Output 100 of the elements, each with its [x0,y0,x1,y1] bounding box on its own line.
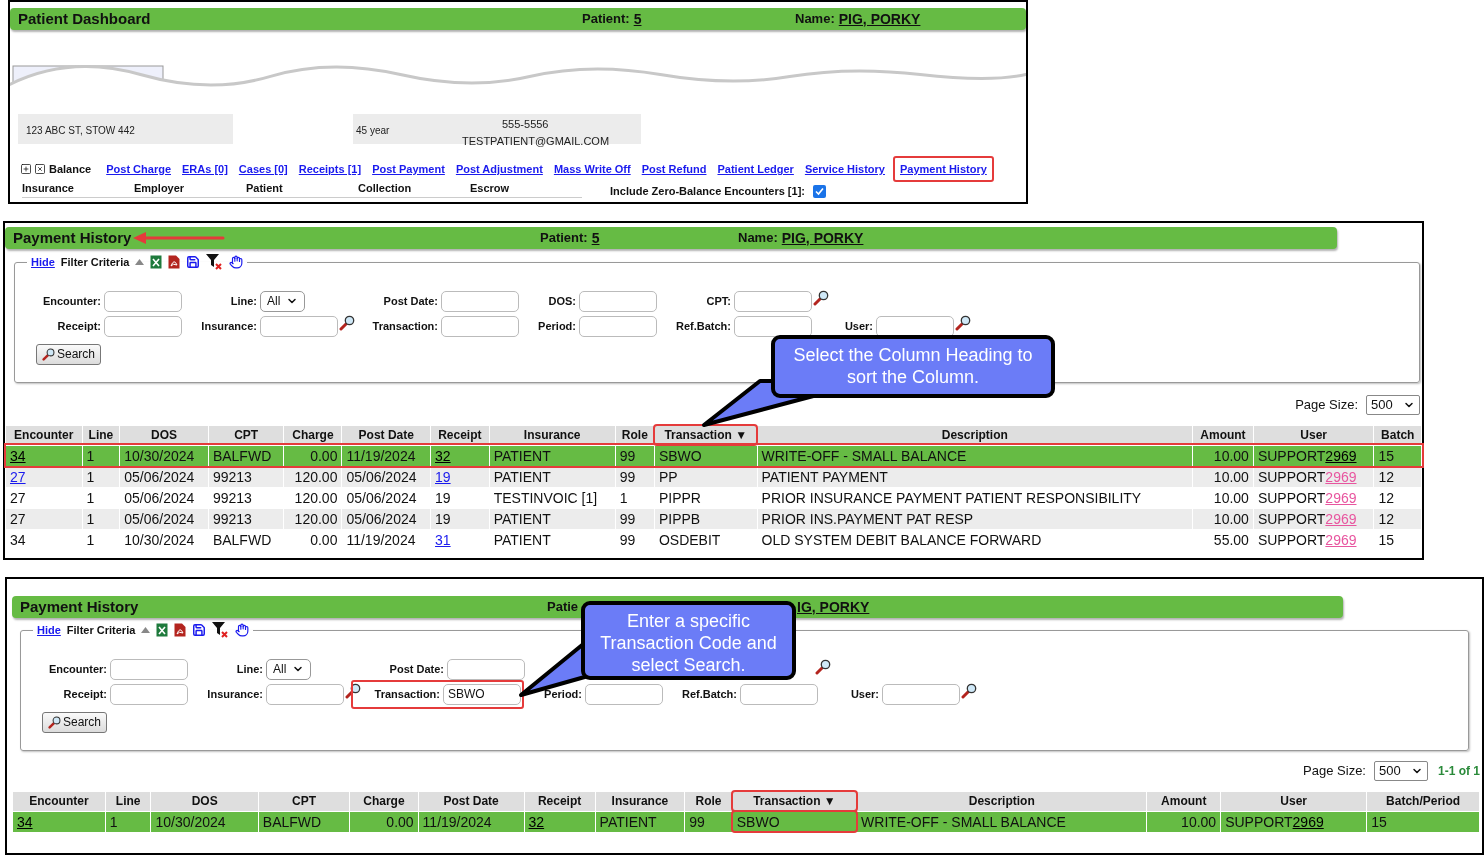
table-row[interactable]: 27 1 05/06/2024 99213 120.00 05/06/2024 19 PATIENT 99 PP PATIENT PAYMENT 10.00 SUPPORT2969 12 [5,466,1422,487]
column-header[interactable]: DOS [151,791,259,811]
column-header[interactable]: Line [105,791,151,811]
collapse-icon[interactable] [135,259,145,266]
table-link[interactable]: 34 [17,813,33,830]
table-row[interactable]: 34 1 10/30/2024 BALFWD 0.00 11/19/2024 32 PATIENT 99 SBWO WRITE-OFF - SMALL BALANCE 10.00 SUPPORT2969 15 [12,811,1480,832]
save-icon[interactable] [186,255,201,270]
input-field[interactable] [260,315,338,337]
input-field[interactable] [579,315,657,337]
lookup-icon[interactable] [813,290,829,306]
table-link[interactable]: 27 [10,468,26,485]
table-link[interactable]: 32 [435,447,451,464]
input-field[interactable] [441,315,519,337]
nav-link[interactable]: Receipts [1] [293,157,367,181]
hide-link[interactable]: Hide [37,622,61,639]
table-link[interactable]: 32 [528,813,545,830]
lookup-icon[interactable] [961,683,977,699]
lookup-icon[interactable] [339,315,355,331]
search-button[interactable]: Search [36,343,102,365]
input-field[interactable] [447,658,525,680]
nav-link[interactable]: Post Payment [367,157,450,181]
column-header[interactable]: Amount [1146,791,1221,811]
column-header[interactable]: Encounter [12,791,106,811]
collapse-icon[interactable] [141,627,151,634]
clear-filter-icon[interactable] [206,254,224,271]
tab[interactable]: Insurance [22,180,134,198]
lookup-icon[interactable] [48,715,61,729]
input-field[interactable] [266,683,344,705]
table-row[interactable]: 34 1 10/30/2024 BALFWD 0.00 11/19/2024 32 PATIENT 99 SBWO WRITE-OFF - SMALL BALANCE 10.00 SUPPORT2969 15 [5,445,1422,466]
nav-link[interactable]: Service History [799,157,890,181]
patient-name[interactable]: PIG, PORKY [781,227,864,249]
input-field[interactable] [441,290,519,312]
table-row[interactable]: 34 1 10/30/2024 BALFWD 0.00 11/19/2024 31 PATIENT 99 OSDEBIT OLD SYSTEM DEBIT BALANCE FORWARD 55.00 SUPPORT2969 15 [5,529,1422,550]
column-header[interactable]: Insurance [595,791,685,811]
nav-link[interactable]: Post Charge [101,157,176,181]
tab[interactable]: Collection [358,180,470,198]
tab[interactable]: Escrow [470,180,582,198]
column-header[interactable]: Description [856,791,1147,811]
spreadsheet-icon[interactable] [150,255,163,270]
spreadsheet-icon[interactable] [156,623,169,638]
column-header[interactable]: Description [757,425,1193,445]
line-select[interactable]: All [260,290,305,312]
column-header[interactable]: Transaction ▼ [732,791,857,811]
nav-link[interactable]: Cases [0] [233,157,293,181]
lookup-icon[interactable] [42,347,55,361]
patient-name[interactable]: PIG, PORKY [838,8,921,30]
input-field[interactable] [734,315,812,337]
checkbox-icon[interactable] [34,163,46,175]
column-header[interactable]: Post Date [418,791,524,811]
input-field[interactable] [740,683,818,705]
table-row[interactable]: 27 1 05/06/2024 99213 120.00 05/06/2024 19 PATIENT 99 PIPPB PRIOR INS.PAYMENT PAT RESP 10.00 SUPPORT2969 12 [5,508,1422,529]
nav-link[interactable]: Patient Ledger [712,157,799,181]
patient-name[interactable]: IG, PORKY [797,596,870,618]
expand-icon[interactable] [20,163,32,175]
lookup-icon[interactable] [815,658,831,675]
hand-icon[interactable] [235,623,250,638]
input-field[interactable] [110,683,188,705]
lookup-icon[interactable] [345,683,361,699]
zero-balance-checkbox[interactable] [813,184,826,198]
page-size-select[interactable]: 500 [1374,760,1428,781]
input-field[interactable] [585,683,663,705]
table-link[interactable]: 31 [435,531,451,548]
table-link[interactable]: 2969 [1325,447,1357,464]
search-button[interactable]: Search [42,711,108,733]
input-field[interactable] [104,315,182,337]
line-select[interactable]: All [266,658,311,680]
nav-link[interactable]: Mass Write Off [548,157,636,181]
nav-link[interactable]: Post Refund [636,157,712,181]
pdf-icon[interactable] [168,255,181,270]
input-field[interactable] [876,315,954,337]
nav-link[interactable]: ERAs [0] [177,157,233,181]
nav-link[interactable]: Post Adjustment [450,157,548,181]
input-field[interactable] [734,290,812,312]
input-field[interactable]: SBWO [443,683,521,705]
nav-link[interactable]: Payment History [893,155,994,183]
column-header[interactable]: Role [684,791,733,811]
column-header[interactable]: Batch/Period [1366,791,1480,811]
table-link[interactable]: 34 [10,447,26,464]
column-header[interactable]: Charge [349,791,419,811]
patient-number[interactable]: 5 [633,8,642,30]
column-header[interactable]: Encounter [5,425,83,445]
hand-icon[interactable] [229,255,244,270]
patient-number[interactable]: 5 [591,227,600,249]
column-header[interactable]: User [1220,791,1367,811]
input-field[interactable] [110,658,188,680]
input-field[interactable] [579,290,657,312]
tab[interactable]: Patient [246,180,358,198]
table-link[interactable]: 2969 [1292,813,1324,830]
input-field[interactable] [104,290,182,312]
clear-filter-icon[interactable] [212,622,230,639]
column-header[interactable]: Receipt [524,791,596,811]
hide-link[interactable]: Hide [31,254,55,271]
table-row[interactable]: 27 1 05/06/2024 99213 120.00 05/06/2024 19 TESTINVOIC [1] 1 PIPPR PRIOR INSURANCE PAYMENT PATIENT RESPONSIBILITY 10.00 SUPPORT2969 12 [5,487,1422,508]
pdf-icon[interactable] [174,623,187,638]
input-field[interactable] [882,683,960,705]
column-header[interactable]: CPT [258,791,350,811]
save-icon[interactable] [192,623,207,638]
lookup-icon[interactable] [955,315,971,331]
page-size-select[interactable]: 500 [1366,394,1420,415]
tab[interactable]: Employer [134,180,246,198]
